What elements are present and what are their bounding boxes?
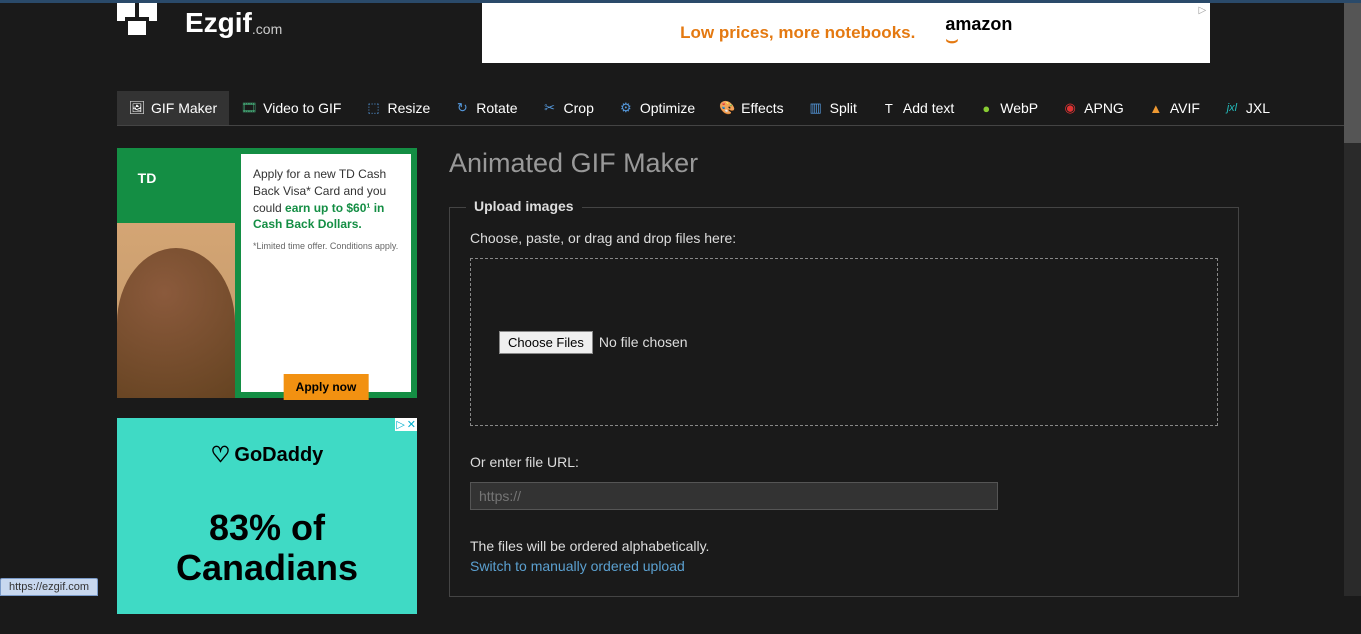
url-label: Or enter file URL: (470, 454, 1218, 470)
nav-effects[interactable]: 🎨 Effects (707, 91, 796, 125)
nav-gif-maker[interactable]: 🖼 GIF Maker (117, 91, 229, 125)
nav-label: Rotate (476, 100, 517, 116)
resize-icon: ⬚ (365, 100, 381, 116)
apply-now-button[interactable]: Apply now (284, 374, 369, 400)
nav-label: Split (830, 100, 857, 116)
nav-webp[interactable]: ● WebP (966, 91, 1050, 125)
ad-close-controls[interactable]: ▷✕ (395, 418, 417, 431)
film-icon: 🎞 (241, 100, 257, 116)
ad-text: Apply for a new TD Cash Back Visa* Card … (253, 166, 399, 233)
choose-files-button[interactable]: Choose Files (499, 331, 593, 354)
close-icon[interactable]: ✕ (406, 418, 417, 431)
file-dropzone[interactable]: Choose Files No file chosen (470, 258, 1218, 426)
ad2-line2: Canadians (176, 547, 358, 588)
td-logo: TD (131, 164, 163, 192)
optimize-icon: ⚙ (618, 100, 634, 116)
nav-crop[interactable]: ✂ Crop (530, 91, 606, 125)
heart-icon: ♡ (211, 442, 231, 468)
status-bar: https://ezgif.com (0, 578, 98, 596)
palette-icon: 🎨 (719, 100, 735, 116)
nav-label: Resize (387, 100, 430, 116)
logo-icon (117, 3, 177, 43)
upload-fieldset: Upload images Choose, paste, or drag and… (449, 207, 1239, 597)
nav-label: Crop (564, 100, 594, 116)
jxl-icon: jxl (1224, 100, 1240, 116)
nav-jxl[interactable]: jxl JXL (1212, 91, 1282, 125)
nav-add-text[interactable]: T Add text (869, 91, 966, 125)
scroll-thumb[interactable] (1344, 3, 1361, 143)
main-content: Animated GIF Maker Upload images Choose,… (449, 148, 1239, 634)
switch-order-link[interactable]: Switch to manually ordered upload (470, 558, 685, 574)
nav-resize[interactable]: ⬚ Resize (353, 91, 442, 125)
godaddy-text: GoDaddy (234, 444, 323, 467)
ad2-line1: 83% of (209, 507, 325, 548)
webp-icon: ● (978, 100, 994, 116)
nav-label: JXL (1246, 100, 1270, 116)
text-icon: T (881, 100, 897, 116)
nav-label: APNG (1084, 100, 1124, 116)
ad-headline: Low prices, more notebooks. (680, 23, 915, 43)
split-icon: ▥ (808, 100, 824, 116)
sidebar-ad-1[interactable]: ▷✕ TD Apply for a new TD Cash Back Visa*… (117, 148, 417, 398)
image-icon: 🖼 (129, 100, 145, 116)
ad-image: TD (117, 148, 235, 398)
nav-split[interactable]: ▥ Split (796, 91, 869, 125)
nav-rotate[interactable]: ↻ Rotate (442, 91, 529, 125)
logo[interactable]: Ezgif .com (117, 3, 282, 43)
ad-marker-icon: ▷ (395, 418, 405, 431)
nav-avif[interactable]: ▲ AVIF (1136, 91, 1212, 125)
fieldset-legend: Upload images (466, 198, 582, 214)
ad-disclaimer: *Limited time offer. Conditions apply. (253, 241, 399, 251)
top-banner-ad[interactable]: Low prices, more notebooks. amazon ⌣ ▷ (482, 3, 1210, 63)
page-title: Animated GIF Maker (449, 148, 1239, 179)
main-nav: 🖼 GIF Maker 🎞 Video to GIF ⬚ Resize ↻ Rotate… (117, 91, 1361, 126)
amazon-logo: amazon ⌣ (945, 14, 1012, 52)
scrollbar[interactable] (1344, 3, 1361, 596)
url-input[interactable] (470, 482, 998, 510)
nav-label: Add text (903, 100, 954, 116)
avif-icon: ▲ (1148, 100, 1164, 116)
sidebar-ad-2[interactable]: ▷✕ ♡GoDaddy 83% ofCanadians (117, 418, 417, 614)
rotate-icon: ↻ (454, 100, 470, 116)
file-status: No file chosen (599, 334, 688, 350)
nav-label: Optimize (640, 100, 695, 116)
nav-label: Effects (741, 100, 784, 116)
nav-video-to-gif[interactable]: 🎞 Video to GIF (229, 91, 353, 125)
sidebar: ▷✕ TD Apply for a new TD Cash Back Visa*… (117, 148, 417, 634)
logo-text: Ezgif (185, 7, 252, 39)
nav-optimize[interactable]: ⚙ Optimize (606, 91, 707, 125)
ad-copy: Apply for a new TD Cash Back Visa* Card … (235, 148, 417, 398)
nav-apng[interactable]: ◉ APNG (1050, 91, 1136, 125)
logo-suffix: .com (252, 21, 282, 37)
crop-icon: ✂ (542, 100, 558, 116)
godaddy-logo: ♡GoDaddy (141, 442, 393, 468)
ad2-headline: 83% ofCanadians (141, 508, 393, 587)
choose-label: Choose, paste, or drag and drop files he… (470, 230, 1218, 246)
person-image (117, 248, 235, 398)
header: Ezgif .com Low prices, more notebooks. a… (117, 3, 1361, 63)
apng-icon: ◉ (1062, 100, 1078, 116)
nav-label: GIF Maker (151, 100, 217, 116)
ad-marker-icon: ▷ (1199, 5, 1207, 16)
nav-label: AVIF (1170, 100, 1200, 116)
nav-label: Video to GIF (263, 100, 341, 116)
nav-label: WebP (1000, 100, 1038, 116)
order-info: The files will be ordered alphabetically… (470, 538, 1218, 554)
